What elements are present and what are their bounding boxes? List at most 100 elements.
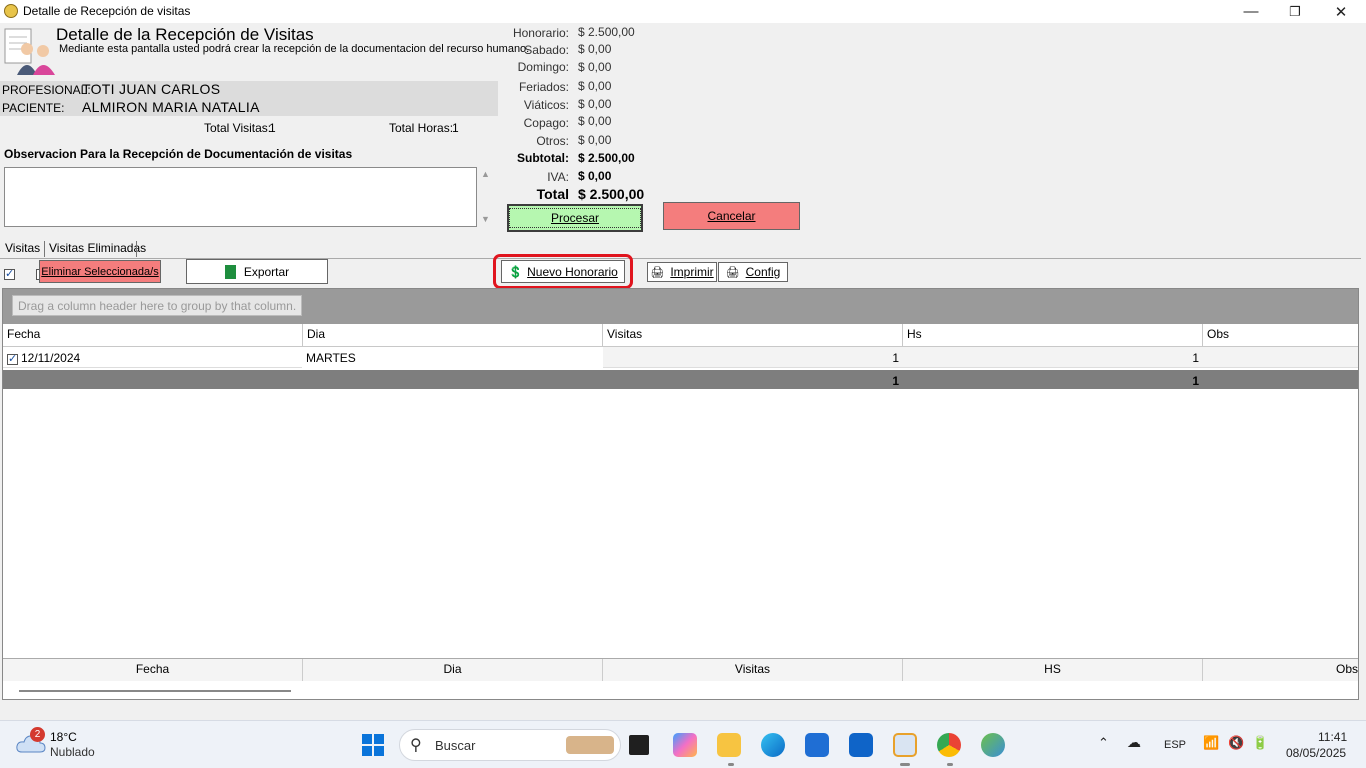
group-hint: Drag a column header here to group by th…: [12, 295, 303, 316]
cancelar-label: Cancelar: [707, 209, 756, 223]
weather-desc[interactable]: Nublado: [50, 745, 95, 759]
windows-start-icon[interactable]: [362, 734, 384, 756]
language-indicator[interactable]: ESP: [1164, 739, 1186, 751]
cell-obs: [1203, 348, 1358, 354]
scroll-down-icon[interactable]: ▼: [481, 214, 490, 224]
exportar-button[interactable]: Exportar: [186, 259, 328, 284]
observacion-label: Observacion Para la Recepción de Documen…: [4, 147, 353, 161]
chevron-up-icon[interactable]: ⌃: [1098, 735, 1109, 751]
people-notebook-icon: [4, 28, 55, 75]
onedrive-icon[interactable]: ☁: [1127, 734, 1141, 751]
footer-dia: Dia: [303, 659, 603, 681]
total-horas-label: Total Horas:: [389, 121, 454, 135]
otros-label: Otros:: [536, 134, 569, 148]
battery-icon[interactable]: 🔋: [1252, 735, 1268, 751]
minimize-button[interactable]: —: [1228, 0, 1274, 23]
task-view-icon[interactable]: [629, 735, 649, 755]
file-explorer-icon[interactable]: [717, 733, 741, 757]
wifi-icon[interactable]: 📶: [1203, 735, 1219, 751]
chrome-icon[interactable]: [937, 733, 961, 757]
otros-value: $ 0,00: [578, 133, 612, 147]
feriados-label: Feriados:: [518, 80, 569, 94]
store-icon[interactable]: [805, 733, 829, 757]
weather-badge: 2: [30, 727, 45, 742]
profesional-value: TOTI JUAN CARLOS: [82, 81, 221, 97]
window-title: Detalle de Recepción de visitas: [23, 4, 191, 18]
profesional-label: PROFESIONAL:: [2, 83, 91, 97]
table-row[interactable]: 12/11/2024 MARTES 1 1: [3, 347, 1358, 368]
tab-separator: [136, 241, 137, 257]
summary-row: 1 1: [3, 370, 1358, 389]
config-button[interactable]: 🖨 Config: [718, 262, 788, 282]
sabado-label: Sabado:: [524, 43, 569, 57]
paciente-label: PACIENTE:: [2, 101, 65, 115]
total-horas-value: 1: [452, 121, 459, 135]
taskbar: 2 18°C Nublado ⚲ Buscar ⌃ ☁ ESP 📶 🔇 🔋 11…: [0, 720, 1366, 768]
patient-info-box: PROFESIONAL: TOTI JUAN CARLOS PACIENTE: …: [0, 81, 498, 116]
eliminar-label: Eliminar Seleccionada/s: [41, 265, 159, 278]
imprimir-button[interactable]: 🖨 Imprimir: [647, 262, 717, 282]
paint-icon[interactable]: [981, 733, 1005, 757]
cell-hs: 1: [1192, 351, 1199, 365]
search-placeholder: Buscar: [435, 738, 476, 753]
feriados-value: $ 0,00: [578, 79, 612, 93]
close-button[interactable]: ✕: [1318, 0, 1364, 23]
page-title: Detalle de la Recepción de Visitas: [56, 25, 314, 44]
config-label: Config: [745, 265, 781, 279]
summary-visitas: 1: [892, 374, 899, 388]
nuevo-honorario-button[interactable]: 💲 Nuevo Honorario: [501, 260, 625, 283]
col-header-visitas[interactable]: Visitas: [603, 324, 903, 346]
honorario-label: Honorario:: [512, 26, 569, 40]
select-all-checkbox[interactable]: [4, 267, 15, 281]
app-icon: [4, 4, 18, 18]
nuevo-honorario-label: Nuevo Honorario: [527, 264, 618, 279]
procesar-label: Procesar: [508, 208, 642, 228]
title-bar: Detalle de Recepción de visitas — ❐ ✕: [0, 0, 1366, 23]
money-icon: 💲: [508, 264, 524, 279]
copago-value: $ 0,00: [578, 114, 612, 128]
horizontal-scrollbar[interactable]: [19, 690, 291, 692]
procesar-button[interactable]: Procesar: [507, 204, 643, 232]
sheets-icon: [224, 264, 236, 279]
subtotal-label: Subtotal:: [517, 151, 569, 165]
app-health-icon[interactable]: [893, 733, 917, 757]
search-box[interactable]: ⚲ Buscar: [399, 729, 621, 761]
edge-icon[interactable]: [761, 733, 785, 757]
cell-visitas: 1: [892, 351, 899, 365]
footer-visitas: Visitas: [603, 659, 903, 681]
viaticos-value: $ 0,00: [578, 97, 612, 111]
group-panel[interactable]: Drag a column header here to group by th…: [3, 289, 1358, 324]
maximize-button[interactable]: ❐: [1272, 0, 1318, 23]
search-highlight-image: [566, 736, 614, 754]
volume-muted-icon[interactable]: 🔇: [1228, 735, 1244, 751]
col-header-hs[interactable]: Hs: [903, 324, 1203, 346]
col-header-obs[interactable]: Obs: [1203, 324, 1358, 346]
col-header-fecha[interactable]: Fecha: [3, 324, 303, 346]
tab-visitas[interactable]: Visitas: [1, 238, 44, 258]
tab-visitas-eliminadas[interactable]: Visitas Eliminadas: [45, 238, 150, 258]
printer-icon: 🖨: [650, 266, 665, 279]
imprimir-label: Imprimir: [670, 265, 714, 279]
visitas-grid: Drag a column header here to group by th…: [2, 288, 1359, 700]
clock-time[interactable]: 11:41: [1318, 730, 1347, 744]
page-description: Mediante esta pantalla usted podrá crear…: [59, 43, 530, 55]
honorario-value: $ 2.500,00: [578, 25, 635, 39]
total-value: $ 2.500,00: [578, 186, 645, 202]
outlook-icon[interactable]: [849, 733, 873, 757]
sabado-value: $ 0,00: [578, 42, 612, 56]
running-indicator: [947, 763, 953, 766]
col-header-dia[interactable]: Dia: [303, 324, 603, 346]
exportar-label: Exportar: [243, 264, 290, 279]
total-visitas-value: 1: [269, 121, 276, 135]
footer-obs: Obs: [1203, 659, 1358, 681]
total-visitas-label: Total Visitas:: [204, 121, 272, 135]
copilot-icon[interactable]: [673, 733, 697, 757]
paciente-value: ALMIRON MARIA NATALIA: [82, 99, 260, 115]
weather-temp[interactable]: 18°C: [50, 730, 77, 744]
domingo-value: $ 0,00: [578, 60, 612, 74]
clock-date[interactable]: 08/05/2025: [1286, 746, 1346, 760]
cancelar-button[interactable]: Cancelar: [663, 202, 800, 230]
observacion-textarea[interactable]: [4, 167, 477, 227]
running-indicator: [900, 763, 910, 766]
eliminar-seleccionadas-button[interactable]: Eliminar Seleccionada/s: [39, 260, 161, 283]
